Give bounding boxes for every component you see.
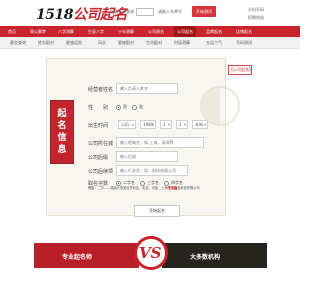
header-link[interactable]: 分机号码 (248, 6, 264, 14)
search-input[interactable] (136, 8, 154, 16)
note-tail: 鑫科技有限公司 (177, 186, 200, 190)
search-placeholder: 请输入车牌号 (158, 9, 182, 14)
nav-item-active[interactable]: 公司起名 (174, 26, 196, 37)
subnav-item[interactable]: 生肖配对 (146, 37, 162, 49)
nav-item[interactable]: 品牌起名 (206, 26, 222, 37)
subnav-item[interactable]: 五运六气 (206, 37, 222, 49)
gender-label: 性 别 (88, 105, 109, 111)
header-links: 分机号码 招聘热线 (248, 6, 264, 22)
nav-item[interactable]: 八字测算 (58, 26, 74, 37)
month-select[interactable]: 1 (160, 120, 172, 129)
page-bottom (0, 272, 300, 300)
region-input[interactable] (116, 137, 204, 148)
seal-char: 息 (57, 145, 67, 155)
hour-select[interactable]: 未知 (192, 120, 208, 129)
form-note: 例如：二字——鼎鼎大熊某百货商店、安全、中医、上海宝宝鑫鑫科技有限公司 (88, 186, 238, 191)
subnav-item[interactable]: 号码测试 (236, 37, 252, 49)
search-button[interactable]: 开始测试 (192, 6, 216, 17)
seal-char: 名 (57, 121, 67, 131)
region-label: 公司所在城 (88, 141, 114, 147)
subnav-item[interactable]: 基金查询 (10, 37, 26, 49)
nav-item[interactable]: 十年测算 (118, 26, 134, 37)
seal-char: 起 (57, 109, 67, 119)
gender-female-label: 女 (139, 104, 143, 109)
subnav-item[interactable]: 星座配对 (118, 37, 134, 49)
suffix-input[interactable] (116, 151, 178, 162)
nav-item[interactable]: 周公解梦 (30, 26, 46, 37)
banner-right-text: 大多数机构 (190, 254, 221, 261)
site-header: 1518公司起名 车辆吉凶查询 请输入车牌号 开始测试 分机号码 招聘热线 (0, 0, 300, 26)
day-select[interactable]: 1 (176, 120, 188, 129)
owner-name-input[interactable] (116, 83, 178, 94)
nav-item[interactable]: 公司测名 (148, 26, 164, 37)
year-select[interactable]: 1980 (140, 120, 156, 129)
subnav-item[interactable]: 星座运势 (66, 37, 82, 49)
seal-char: 信 (57, 133, 67, 143)
birth-label: 出生时间 (88, 123, 109, 129)
sub-nav: 基金查询 姓名配对 星座运势 风水 星座配对 生肖配对 时辰测算 五运六气 号码… (0, 37, 300, 49)
calendar-select[interactable]: 公历 (118, 120, 136, 129)
suffix-label: 公司后缀 (88, 155, 109, 161)
industry-label: 公司后续项 (88, 169, 114, 175)
start-naming-button[interactable]: 开始起名 (134, 205, 180, 217)
gender-male-label: 男 (123, 104, 127, 109)
vs-text: VS (139, 244, 162, 262)
main-nav: 首页 周公解梦 八字测算 生辰八字 十年测算 公司测名 公司起名 品牌起名 店铺… (0, 26, 300, 37)
faq-badge[interactable]: 【公司起名】 (228, 65, 253, 75)
owner-label: 经营者姓名 (88, 87, 114, 93)
note-body: 二字——鼎鼎大熊某百货商店、安全、中医、上海 (97, 186, 168, 190)
nav-item[interactable]: 店铺起名 (236, 26, 252, 37)
industry-input[interactable] (116, 165, 188, 176)
banner-left-text: 专业起名师 (62, 254, 93, 261)
search-label: 车辆吉凶查询 (110, 9, 134, 14)
gender-female-radio[interactable] (132, 105, 137, 110)
header-link[interactable]: 招聘热线 (248, 14, 264, 22)
nav-item[interactable]: 首页 (8, 26, 16, 37)
subnav-item[interactable]: 姓名配对 (38, 37, 54, 49)
nav-item[interactable]: 生辰八字 (88, 26, 104, 37)
form-seal: 起 名 信 息 (50, 100, 74, 164)
subnav-item[interactable]: 时辰测算 (174, 37, 190, 49)
note-lead: 例如： (88, 186, 98, 190)
subnav-item[interactable]: 风水 (98, 37, 106, 49)
note-highlight: 宝宝鑫 (167, 186, 178, 190)
gender-male-radio[interactable] (116, 105, 121, 110)
